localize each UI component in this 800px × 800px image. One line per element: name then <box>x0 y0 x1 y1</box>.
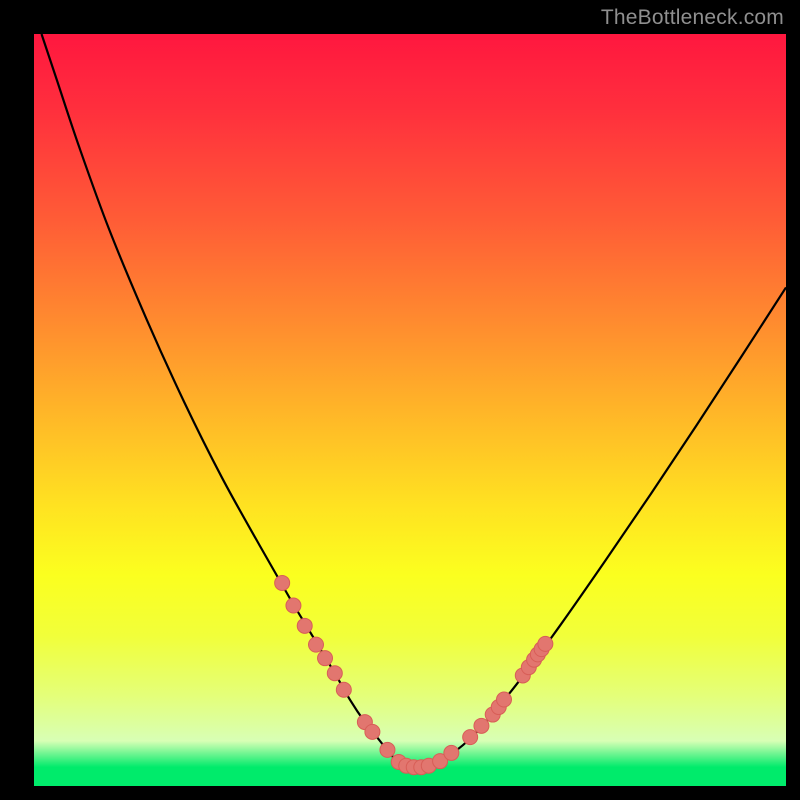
sample-point <box>336 682 351 697</box>
sample-point <box>275 575 290 590</box>
sample-point <box>497 692 512 707</box>
sample-point <box>474 718 489 733</box>
sample-point <box>318 651 333 666</box>
chart-frame: TheBottleneck.com <box>0 0 800 800</box>
sample-point <box>538 636 553 651</box>
sample-point <box>444 745 459 760</box>
watermark-text: TheBottleneck.com <box>601 6 784 30</box>
sample-point <box>309 637 324 652</box>
bottleneck-curve <box>42 34 786 768</box>
sample-point <box>297 618 312 633</box>
sample-point <box>286 598 301 613</box>
plot-area <box>34 34 786 786</box>
marker-layer <box>275 575 553 774</box>
sample-point <box>380 742 395 757</box>
sample-point <box>327 666 342 681</box>
chart-svg <box>34 34 786 786</box>
sample-point <box>463 730 478 745</box>
sample-point <box>365 724 380 739</box>
